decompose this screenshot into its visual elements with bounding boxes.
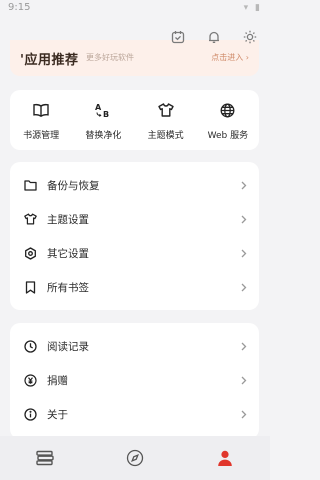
person-icon bbox=[216, 449, 234, 467]
nav-discover[interactable] bbox=[90, 436, 180, 480]
top-toolbar bbox=[168, 26, 260, 48]
status-bar: 9:15 ▾ ▮ bbox=[0, 0, 270, 18]
quick-actions-card: 书源管理 A B 替换净化 主题模式 Web 服务 bbox=[10, 90, 259, 150]
list-item-label: 关于 bbox=[47, 408, 68, 421]
list-item-label: 阅读记录 bbox=[47, 340, 89, 353]
nav-my[interactable] bbox=[180, 436, 270, 480]
settings-list-card: 备份与恢复 主题设置 其它设置 所有书签 bbox=[10, 162, 259, 310]
chevron-right-icon bbox=[239, 341, 249, 351]
shirt-icon bbox=[23, 212, 37, 226]
list-item-other-settings[interactable]: 其它设置 bbox=[10, 236, 259, 270]
clock-icon bbox=[23, 339, 37, 353]
promo-title: '应用推荐 bbox=[20, 53, 79, 68]
chevron-right-icon bbox=[239, 214, 249, 224]
quick-action-source-manage[interactable]: 书源管理 bbox=[10, 90, 72, 150]
bottom-navigation bbox=[0, 436, 270, 480]
chevron-right-icon bbox=[239, 375, 249, 385]
list-item-about[interactable]: 关于 bbox=[10, 397, 259, 431]
list-item-label: 捐赠 bbox=[47, 374, 68, 387]
quick-action-label: Web 服务 bbox=[207, 131, 249, 141]
yuan-icon bbox=[23, 373, 37, 387]
compass-icon bbox=[126, 449, 144, 467]
svg-text:A: A bbox=[95, 103, 102, 112]
chevron-right-icon bbox=[239, 282, 249, 292]
info-icon bbox=[23, 407, 37, 421]
chevron-right-icon bbox=[239, 180, 249, 190]
status-time: 9:15 bbox=[8, 2, 31, 13]
sun-icon[interactable] bbox=[240, 26, 260, 48]
list-item-reading-history[interactable]: 阅读记录 bbox=[10, 329, 259, 363]
svg-text:B: B bbox=[103, 110, 109, 118]
quick-action-label: 替换净化 bbox=[85, 131, 122, 141]
quick-action-theme-mode[interactable]: 主题模式 bbox=[135, 90, 197, 150]
list-item-theme-settings[interactable]: 主题设置 bbox=[10, 202, 259, 236]
globe-icon bbox=[217, 100, 239, 120]
shirt-icon bbox=[155, 100, 177, 120]
bookmark-icon bbox=[23, 280, 37, 294]
list-item-label: 备份与恢复 bbox=[47, 179, 100, 192]
quick-action-replace[interactable]: A B 替换净化 bbox=[72, 90, 134, 150]
list-item-donate[interactable]: 捐赠 bbox=[10, 363, 259, 397]
gear-icon bbox=[23, 246, 37, 260]
more-list-card: 阅读记录 捐赠 关于 bbox=[10, 323, 259, 439]
book-open-icon bbox=[30, 100, 52, 120]
quick-action-label: 书源管理 bbox=[23, 131, 60, 141]
quick-action-label: 主题模式 bbox=[147, 131, 184, 141]
promo-subtitle: 更多好玩软件 bbox=[86, 53, 134, 62]
bell-icon[interactable] bbox=[204, 26, 224, 48]
nav-bookshelf[interactable] bbox=[0, 436, 90, 480]
list-item-backup-restore[interactable]: 备份与恢复 bbox=[10, 168, 259, 202]
folder-icon bbox=[23, 178, 37, 192]
list-item-label: 主题设置 bbox=[47, 213, 89, 226]
calendar-icon[interactable] bbox=[168, 26, 188, 48]
promo-cta[interactable]: 点击进入 › bbox=[211, 52, 249, 63]
chevron-right-icon bbox=[239, 248, 249, 258]
status-system-icons: ▾ ▮ bbox=[243, 3, 262, 13]
list-item-label: 其它设置 bbox=[47, 247, 89, 260]
quick-action-web-service[interactable]: Web 服务 bbox=[197, 90, 259, 150]
bookshelf-icon bbox=[35, 450, 55, 466]
list-item-label: 所有书签 bbox=[47, 281, 89, 294]
list-item-all-bookmarks[interactable]: 所有书签 bbox=[10, 270, 259, 304]
replace-icon: A B bbox=[92, 100, 114, 120]
chevron-right-icon bbox=[239, 409, 249, 419]
